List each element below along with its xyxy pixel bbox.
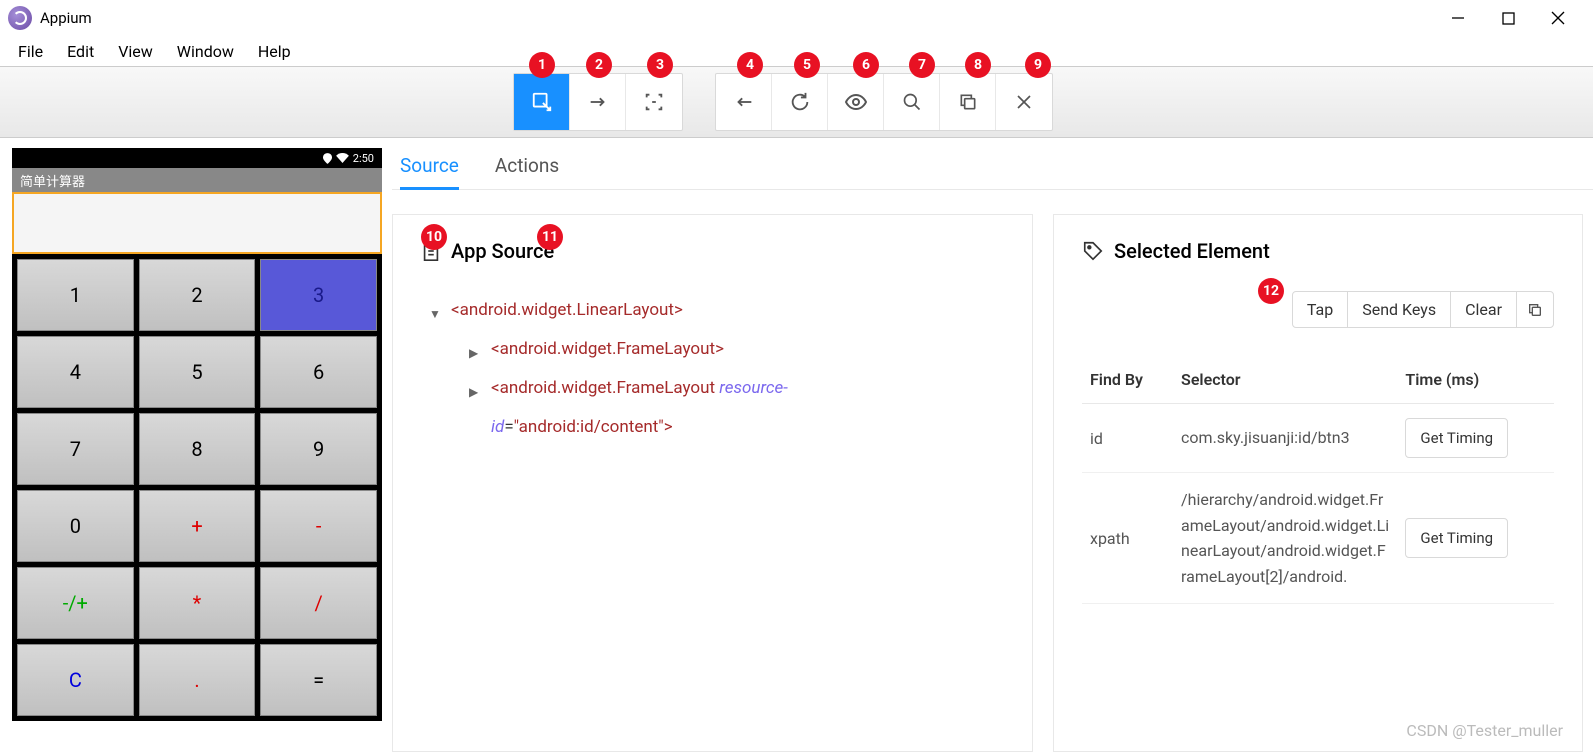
- annotation-badge: 5: [794, 52, 820, 78]
- close-button[interactable]: [1547, 7, 1569, 29]
- device-app-header: 简单计算器: [12, 168, 382, 192]
- copy-xml-button[interactable]: [940, 74, 996, 130]
- app-source-panel: App Source ▼ <android.widget.LinearLayou…: [392, 214, 1033, 752]
- tab-source[interactable]: Source: [400, 154, 459, 189]
- cell-selector: com.sky.jisuanji:id/btn3: [1173, 404, 1397, 473]
- annotation-badge: 3: [647, 52, 673, 78]
- calc-button[interactable]: =: [260, 644, 377, 716]
- send-keys-button[interactable]: Send Keys: [1347, 291, 1451, 328]
- calc-button[interactable]: /: [260, 567, 377, 639]
- calc-button[interactable]: 7: [17, 413, 134, 485]
- calc-button[interactable]: -/+: [17, 567, 134, 639]
- get-timing-button[interactable]: Get Timing: [1405, 418, 1508, 458]
- inspector-panel: Source Actions App Source ▼ <android.wid…: [392, 138, 1593, 752]
- calc-button[interactable]: 9: [260, 413, 377, 485]
- appium-logo-icon: [8, 6, 32, 30]
- cell-findby: xpath: [1082, 473, 1173, 604]
- status-time: 2:50: [353, 152, 374, 165]
- annotation-badge: 10: [421, 224, 447, 250]
- content-area: 2:50 简单计算器 1234567890+--/+*/C.= Source A…: [0, 138, 1593, 752]
- quit-session-button[interactable]: [996, 74, 1052, 130]
- tag-icon: [1082, 240, 1104, 262]
- menu-view[interactable]: View: [108, 38, 163, 65]
- tree-row[interactable]: ▶ <android.widget.FrameLayout>: [469, 330, 1004, 369]
- location-icon: [323, 153, 332, 164]
- calc-button[interactable]: 0: [17, 490, 134, 562]
- table-row: id com.sky.jisuanji:id/btn3 Get Timing: [1082, 404, 1554, 473]
- device-status-bar: 2:50: [12, 148, 382, 168]
- annotation-badge: 4: [737, 52, 763, 78]
- calc-button[interactable]: -: [260, 490, 377, 562]
- tab-actions[interactable]: Actions: [495, 154, 559, 189]
- device-frame[interactable]: 2:50 简单计算器 1234567890+--/+*/C.=: [12, 148, 382, 693]
- app-title: Appium: [40, 9, 92, 27]
- back-button[interactable]: [716, 74, 772, 130]
- device-panel: 2:50 简单计算器 123 456 789 0+- -/+*/ C.=: [0, 138, 392, 752]
- caret-down-icon[interactable]: ▼: [429, 291, 443, 329]
- annotation-badge: 6: [853, 52, 879, 78]
- wifi-icon: [336, 153, 349, 163]
- table-row: xpath /hierarchy/android.widget.FrameLay…: [1082, 473, 1554, 604]
- cell-selector: /hierarchy/android.widget.FrameLayout/an…: [1173, 473, 1397, 604]
- minimize-button[interactable]: [1447, 7, 1469, 29]
- calc-button[interactable]: 5: [139, 336, 256, 408]
- watermark: CSDN @Tester_muller: [1406, 721, 1563, 740]
- tree-row[interactable]: ▼ <android.widget.LinearLayout>: [429, 291, 1004, 330]
- annotation-badge: 12: [1258, 278, 1284, 304]
- calc-button[interactable]: 4: [17, 336, 134, 408]
- clear-button[interactable]: Clear: [1450, 291, 1517, 328]
- tap-button[interactable]: Tap: [1292, 291, 1348, 328]
- cell-time: Get Timing: [1397, 473, 1554, 604]
- maximize-button[interactable]: [1497, 7, 1519, 29]
- selected-element-panel: Selected Element Tap Send Keys Clear Fin…: [1053, 214, 1583, 752]
- col-findby: Find By: [1082, 356, 1173, 404]
- calc-button[interactable]: 1: [17, 259, 134, 331]
- annotation-badge: 9: [1025, 52, 1051, 78]
- calc-button[interactable]: 2: [139, 259, 256, 331]
- toolbar: [0, 66, 1593, 138]
- tree-row[interactable]: ▶ <android.widget.FrameLayout resource-i…: [469, 369, 1004, 447]
- annotation-badge: 1: [529, 52, 555, 78]
- selected-element-title: Selected Element: [1114, 239, 1270, 263]
- col-time: Time (ms): [1397, 356, 1554, 404]
- annotation-badge: 11: [537, 224, 563, 250]
- element-table: Find By Selector Time (ms) id com.sky.ji…: [1082, 356, 1554, 604]
- tap-coords-button[interactable]: [626, 74, 682, 130]
- copy-button[interactable]: [1516, 291, 1554, 328]
- calc-button[interactable]: 3: [260, 259, 377, 331]
- title-bar: Appium: [0, 0, 1593, 36]
- annotation-badge: 7: [909, 52, 935, 78]
- select-element-button[interactable]: [514, 74, 570, 130]
- search-button[interactable]: [884, 74, 940, 130]
- calc-button[interactable]: 6: [260, 336, 377, 408]
- menu-help[interactable]: Help: [248, 38, 301, 65]
- calc-button[interactable]: 8: [139, 413, 256, 485]
- calc-grid: 123 456 789 0+- -/+*/ C.=: [12, 254, 382, 721]
- cell-time: Get Timing: [1397, 404, 1554, 473]
- annotation-badge: 2: [586, 52, 612, 78]
- caret-right-icon[interactable]: ▶: [469, 330, 483, 368]
- get-timing-button[interactable]: Get Timing: [1405, 518, 1508, 558]
- cell-findby: id: [1082, 404, 1173, 473]
- menu-file[interactable]: File: [8, 38, 53, 65]
- calc-display[interactable]: [12, 192, 382, 254]
- caret-right-icon[interactable]: ▶: [469, 369, 483, 407]
- annotation-badge: 8: [965, 52, 991, 78]
- calc-button[interactable]: .: [139, 644, 256, 716]
- calc-button[interactable]: *: [139, 567, 256, 639]
- swipe-button[interactable]: [570, 74, 626, 130]
- calc-button[interactable]: +: [139, 490, 256, 562]
- menu-window[interactable]: Window: [167, 38, 244, 65]
- calc-button[interactable]: C: [17, 644, 134, 716]
- record-button[interactable]: [828, 74, 884, 130]
- refresh-button[interactable]: [772, 74, 828, 130]
- menu-edit[interactable]: Edit: [57, 38, 104, 65]
- col-selector: Selector: [1173, 356, 1397, 404]
